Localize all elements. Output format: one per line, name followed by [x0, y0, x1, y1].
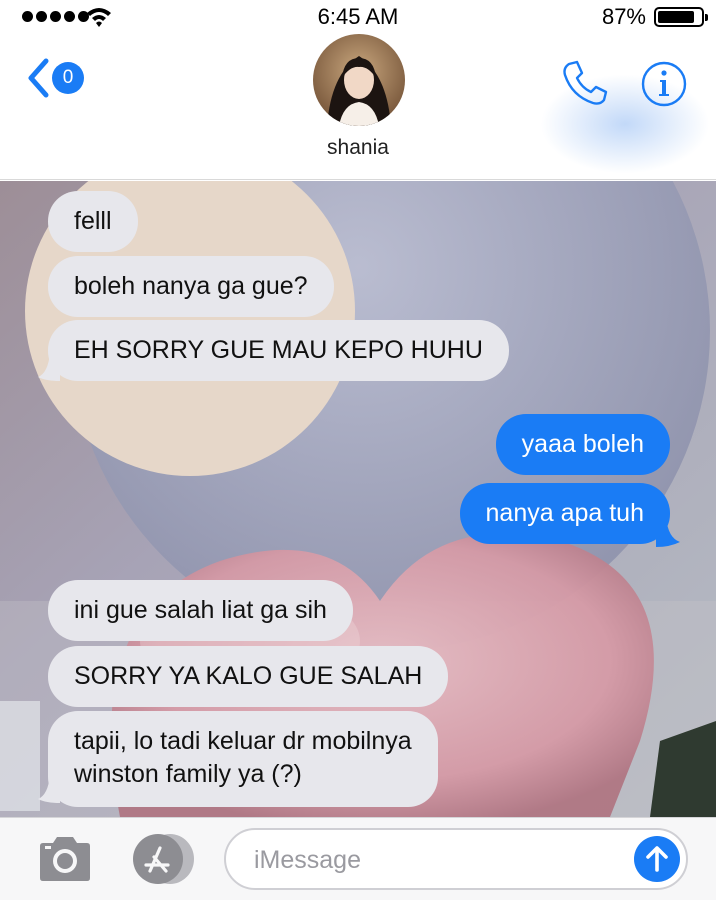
back-button[interactable]: 0 [26, 58, 84, 98]
battery-percent: 87% [601, 4, 646, 29]
message-bubble-incoming[interactable]: tapii, lo tadi keluar dr mobilnya winsto… [48, 711, 438, 807]
phone-icon[interactable] [560, 58, 610, 108]
app-store-icon[interactable] [129, 832, 199, 886]
unread-badge: 0 [52, 62, 84, 94]
status-bar: 6:45 AM 87% [0, 0, 716, 34]
compose-bar [0, 817, 716, 900]
contact-name[interactable]: shania [0, 136, 716, 160]
message-input[interactable] [254, 840, 624, 880]
message-bubble-incoming[interactable]: EH SORRY GUE MAU KEPO HUHU [48, 320, 509, 381]
conversation-header: 0 shania [0, 34, 716, 180]
message-list[interactable]: felll boleh nanya ga gue? EH SORRY GUE M… [0, 181, 716, 817]
info-icon[interactable] [640, 60, 688, 108]
camera-icon[interactable] [36, 834, 94, 884]
send-button[interactable] [634, 836, 680, 882]
battery-icon [654, 7, 708, 27]
message-bubble-incoming[interactable]: felll [48, 191, 138, 252]
chevron-left-icon [28, 58, 49, 98]
message-bubble-incoming[interactable]: boleh nanya ga gue? [48, 256, 334, 317]
message-line: winston family ya (?) [74, 760, 302, 788]
message-bubble-incoming[interactable]: SORRY YA KALO GUE SALAH [48, 646, 449, 707]
message-bubble-outgoing[interactable]: nanya apa tuh [459, 483, 670, 544]
message-bubble-incoming[interactable]: ini gue salah liat ga sih [48, 580, 353, 641]
send-arrow-icon [646, 846, 668, 872]
imessage-field[interactable] [224, 828, 688, 890]
message-bubble-outgoing[interactable]: yaaa boleh [495, 414, 670, 475]
message-line: tapii, lo tadi keluar dr mobilnya [74, 727, 412, 755]
avatar[interactable] [313, 34, 405, 126]
